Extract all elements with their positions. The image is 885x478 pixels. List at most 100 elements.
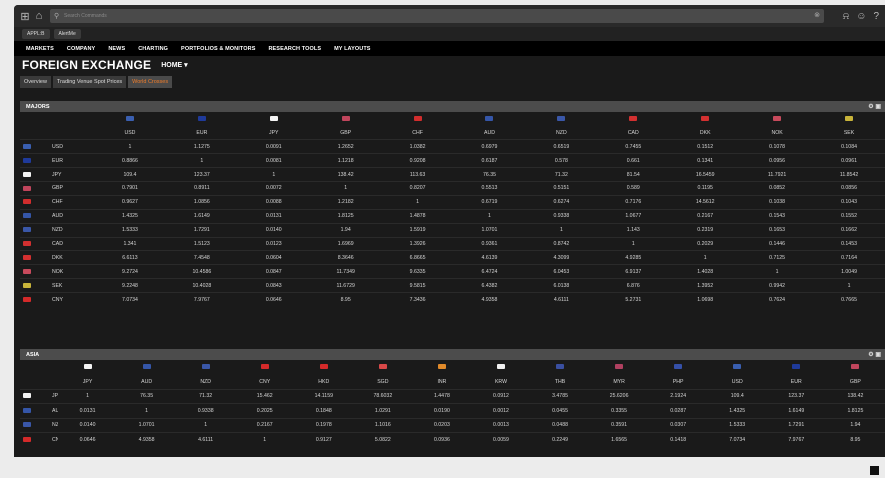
rate-cell: 0.1078 xyxy=(741,139,814,154)
column-header[interactable]: KRW xyxy=(471,375,530,390)
rate-cell: 1 xyxy=(117,403,177,418)
user-icon[interactable]: ☺ xyxy=(856,11,866,22)
tab-overview[interactable]: Overview xyxy=(20,75,51,88)
rate-cell: 7.0734 xyxy=(707,432,767,447)
flag-icon xyxy=(674,364,683,370)
column-header[interactable]: NZD xyxy=(176,375,235,390)
column-header[interactable]: CAD xyxy=(597,126,669,140)
column-header[interactable]: DKK xyxy=(669,126,741,140)
table-row[interactable]: NZD0.01401.070110.21670.19781.10160.0203… xyxy=(20,417,885,433)
column-header[interactable]: MYR xyxy=(590,375,649,390)
search-icon: ⚲ xyxy=(54,13,60,20)
section-tools-icon[interactable]: ⚙ ▣ xyxy=(868,351,881,358)
column-header[interactable]: AUD xyxy=(117,375,176,390)
column-header[interactable]: PHP xyxy=(649,375,708,390)
column-header[interactable]: USD xyxy=(708,375,767,390)
column-header[interactable]: SEK xyxy=(813,126,885,140)
row-currency: DKK xyxy=(34,250,94,265)
column-header[interactable]: SGD xyxy=(353,375,412,390)
table-row[interactable]: GBP 0.7901 0.8911 0.0072 1 0.8207 0.5513 0.5151… xyxy=(20,180,885,196)
flag-icon xyxy=(773,116,782,122)
row-currency: AUD xyxy=(34,403,58,418)
table-row[interactable]: SEK 9.2248 10.4028 0.0843 11.6729 9.5815 6.438… xyxy=(20,278,885,293)
rate-cell: 1.341 xyxy=(94,236,166,251)
rate-cell: 1.2652 xyxy=(309,139,382,154)
doc-tab[interactable]: AlertMe xyxy=(53,29,81,39)
rate-cell: 4.6111 xyxy=(525,292,598,307)
table-row[interactable]: JPY 109.4 123.37 1 138.42 113.63 76.35 71.32 81.… xyxy=(20,167,885,182)
rate-cell: 1.94 xyxy=(309,222,382,238)
nav-portfolios-monitors[interactable]: PORTFOLIOS & MONITORS xyxy=(181,46,255,52)
rate-cell: 14.5612 xyxy=(669,194,742,210)
document-tabs: APPL:B AlertMe xyxy=(14,27,885,41)
table-row[interactable]: CNY0.06464.93584.611110.91275.08220.0936… xyxy=(20,432,885,447)
tab-world-crosses[interactable]: World Crosses xyxy=(128,75,173,88)
grid-icon[interactable]: ⊞ xyxy=(18,10,32,23)
table-row[interactable]: AUD 1.4325 1.6149 0.0131 1.8125 1.4878 1 0.9338… xyxy=(20,208,885,224)
nav-markets[interactable]: MARKETS xyxy=(26,46,54,52)
column-header[interactable]: CNY xyxy=(235,375,294,390)
rate-cell: 0.2029 xyxy=(669,236,742,251)
help-icon[interactable]: ? xyxy=(873,11,879,22)
table-row[interactable]: CNY 7.0734 7.9767 0.0646 8.95 7.3436 4.9358 4.6… xyxy=(20,292,885,307)
rate-cell: 123.37 xyxy=(165,167,238,182)
table-row[interactable]: JPY176.3571.3215.46214.115978.60321.4478… xyxy=(20,388,885,404)
rate-cell: 5.0822 xyxy=(353,432,413,447)
column-header[interactable]: CHF xyxy=(382,126,454,140)
column-header[interactable]: EUR xyxy=(767,375,826,390)
rate-cell: 25.6206 xyxy=(589,388,649,404)
table-row[interactable]: NOK 9.2724 10.4586 0.0847 11.7349 9.6335 6.472… xyxy=(20,264,885,279)
rate-cell: 0.1446 xyxy=(741,236,814,251)
table-row[interactable]: CHF 0.9627 1.0856 0.0088 1.2182 1 0.6719 0.6274… xyxy=(20,194,885,210)
rate-cell: 1 xyxy=(525,222,598,238)
rate-cell: 109.4 xyxy=(707,388,767,404)
column-header[interactable]: AUD xyxy=(454,126,526,140)
rate-cell: 1.0701 xyxy=(117,417,177,433)
nav-company[interactable]: COMPANY xyxy=(67,46,95,52)
table-row[interactable]: USD 1 1.1275 0.0091 1.2652 1.0382 0.6979 0.6519… xyxy=(20,139,885,154)
column-header[interactable]: HKD xyxy=(294,375,353,390)
rate-cell: 0.0088 xyxy=(237,194,310,210)
bell-icon[interactable]: ⍾ xyxy=(843,11,850,22)
rate-cell: 0.7164 xyxy=(813,250,885,265)
flag-icon xyxy=(125,116,134,122)
column-header[interactable]: GBP xyxy=(310,126,382,140)
table-row[interactable]: CAD 1.341 1.5123 0.0123 1.6969 1.3926 0.9361 0.… xyxy=(20,236,885,251)
close-icon[interactable]: ⊗ xyxy=(814,11,820,19)
flag-icon xyxy=(23,157,31,163)
home-icon[interactable]: ⌂ xyxy=(32,10,46,22)
column-header[interactable]: NZD xyxy=(525,126,597,140)
column-header[interactable]: EUR xyxy=(166,126,238,140)
column-header[interactable]: INR xyxy=(412,375,471,390)
section-tools-icon[interactable]: ⚙ ▣ xyxy=(868,103,881,110)
rate-cell: 10.4028 xyxy=(165,278,238,293)
nav-my-layouts[interactable]: MY LAYOUTS xyxy=(334,46,370,52)
rate-cell: 1 xyxy=(58,388,118,404)
tab-trading-venue-spot-prices[interactable]: Trading Venue Spot Prices xyxy=(52,75,127,88)
table-row[interactable]: EUR 0.8866 1 0.0081 1.1218 0.9208 0.6187 0.578 0… xyxy=(20,153,885,168)
flag-icon xyxy=(23,199,31,205)
column-header[interactable]: THB xyxy=(531,375,590,390)
table-row[interactable]: AUD0.013110.93380.20250.18481.02910.0190… xyxy=(20,403,885,418)
doc-tab[interactable]: APPL:B xyxy=(22,29,50,39)
home-dropdown[interactable]: HOME ▾ xyxy=(161,61,187,69)
search-input[interactable]: ⚲ Search Commands ⊗ xyxy=(50,9,824,23)
table-row[interactable]: NZD 1.5333 1.7291 0.0140 1.94 1.5919 1.0701 1 1.… xyxy=(20,222,885,238)
rate-cell: 0.1552 xyxy=(813,208,885,224)
rate-cell: 76.35 xyxy=(453,167,526,182)
column-header[interactable]: GBP xyxy=(826,375,885,390)
nav-charting[interactable]: CHARTING xyxy=(138,46,168,52)
nav-research-tools[interactable]: RESEARCH TOOLS xyxy=(268,46,321,52)
rate-cell: 0.0131 xyxy=(58,403,118,418)
column-header[interactable]: USD xyxy=(94,126,166,140)
rate-cell: 0.0012 xyxy=(471,403,531,418)
column-header[interactable]: JPY xyxy=(238,126,310,140)
rate-cell: 0.0847 xyxy=(237,264,310,279)
page-header: FOREIGN EXCHANGE HOME ▾ xyxy=(14,56,885,74)
table-row[interactable]: DKK 6.6113 7.4548 0.0604 8.3646 6.8665 4.6139 4… xyxy=(20,250,885,265)
column-header[interactable]: NOK xyxy=(741,126,813,140)
rate-cell: 6.876 xyxy=(597,278,670,293)
column-header[interactable]: JPY xyxy=(58,375,117,390)
nav-news[interactable]: NEWS xyxy=(108,46,125,52)
flag-icon xyxy=(437,364,446,370)
